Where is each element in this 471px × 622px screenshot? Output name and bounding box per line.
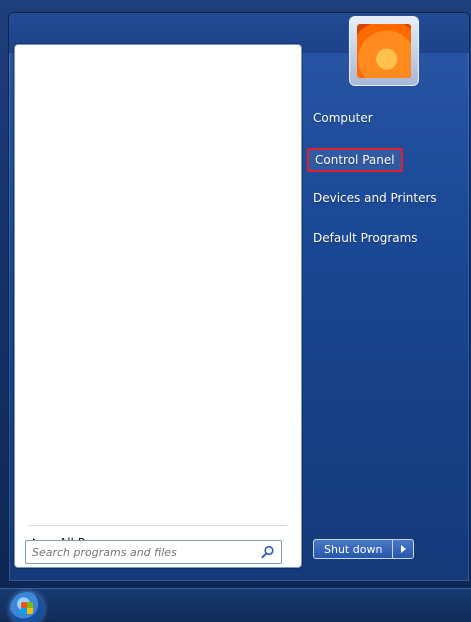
start-orb-icon[interactable]: [10, 592, 44, 622]
taskbar: [0, 588, 471, 622]
menu-item-control-panel-label: Control Panel: [315, 153, 395, 167]
shutdown-label: Shut down: [324, 542, 383, 556]
shutdown-options-button[interactable]: [392, 539, 415, 559]
search-box[interactable]: [25, 540, 282, 564]
search-input[interactable]: [26, 544, 254, 560]
menu-item-control-panel[interactable]: Control Panel: [307, 148, 403, 172]
shutdown-group: Shut down: [313, 539, 415, 559]
magnifier-glyph: [261, 545, 274, 559]
pane-divider: [29, 525, 287, 526]
menu-item-computer-label: Computer: [313, 111, 373, 125]
chevron-right-icon: [400, 545, 406, 553]
programs-pane: All Programs: [14, 44, 302, 568]
windows-flag-icon: [21, 602, 33, 614]
avatar-picture: [357, 24, 411, 78]
menu-item-default-programs[interactable]: Default Programs: [307, 228, 424, 248]
menu-item-devices-and-printers[interactable]: Devices and Printers: [307, 188, 443, 208]
menu-item-devices-and-printers-label: Devices and Printers: [313, 191, 437, 205]
menu-item-computer[interactable]: Computer: [307, 108, 379, 128]
search-icon[interactable]: [259, 543, 277, 561]
menu-item-default-programs-label: Default Programs: [313, 231, 418, 245]
shutdown-button[interactable]: Shut down: [313, 539, 393, 559]
user-avatar[interactable]: [349, 16, 419, 86]
